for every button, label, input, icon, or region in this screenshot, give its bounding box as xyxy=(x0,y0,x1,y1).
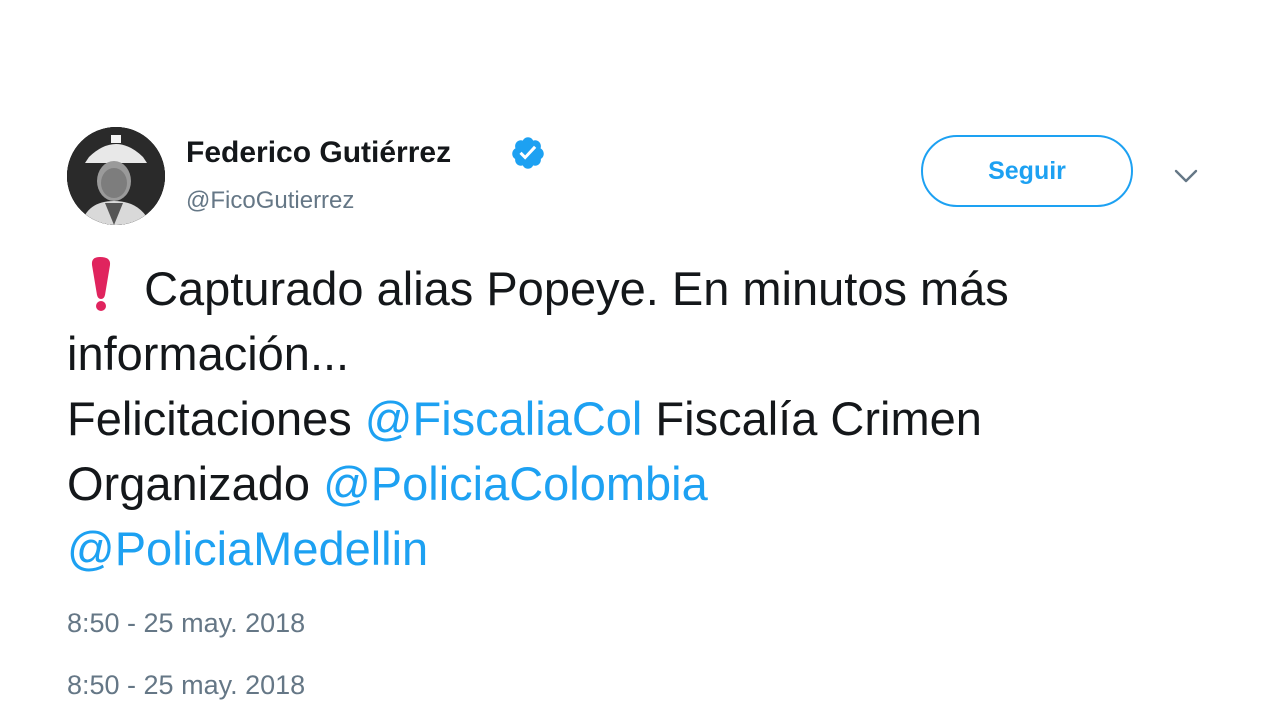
tweet-line-1: Capturado alias Popeye. En minutos más xyxy=(67,255,1217,321)
profile-photo-icon xyxy=(67,127,165,225)
follow-button[interactable]: Seguir xyxy=(921,135,1133,207)
tweet-line-4: Organizado @PoliciaColombia xyxy=(67,451,1217,516)
tweet-timestamp[interactable]: 8:50 - 25 may. 2018 xyxy=(67,608,305,639)
mention-policiacolombia-link[interactable]: @PoliciaColombia xyxy=(323,457,708,510)
tweet-timestamp-duplicate[interactable]: 8:50 - 25 may. 2018 xyxy=(67,670,305,701)
tweet-line-1-text: Capturado alias Popeye. En minutos más xyxy=(144,262,1009,315)
tweet-line-2: información... xyxy=(67,327,350,380)
red-exclamation-icon xyxy=(67,255,131,311)
author-handle[interactable]: @FicoGutierrez xyxy=(186,187,354,215)
author-name[interactable]: Federico Gutiérrez xyxy=(186,136,451,170)
tweet-line-5: @PoliciaMedellin xyxy=(67,516,1217,581)
chevron-down-icon[interactable] xyxy=(1170,160,1202,192)
tweet-line-3: Felicitaciones @FiscaliaCol Fiscalía Cri… xyxy=(67,386,1217,451)
tweet-line-3-prefix: Felicitaciones xyxy=(67,392,352,445)
tweet-card: Federico Gutiérrez @FicoGutierrez Seguir… xyxy=(0,0,1280,720)
verified-badge-icon xyxy=(512,137,544,169)
tweet-line-4-prefix: Organizado xyxy=(67,457,310,510)
tweet-line-3-suffix: Fiscalía Crimen xyxy=(655,392,982,445)
mention-policiamedellin-link[interactable]: @PoliciaMedellin xyxy=(67,522,428,575)
mention-fiscaliacol-link[interactable]: @FiscaliaCol xyxy=(365,392,643,445)
avatar[interactable] xyxy=(67,127,165,225)
tweet-text: Capturado alias Popeye. En minutos más i… xyxy=(67,255,1217,581)
